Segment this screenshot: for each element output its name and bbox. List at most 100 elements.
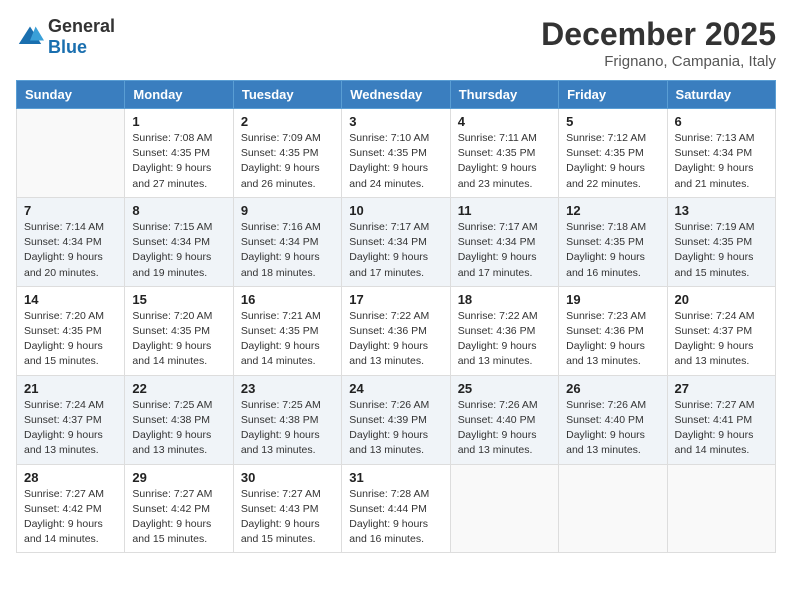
day-number: 30 [241, 470, 334, 485]
day-info: Sunrise: 7:14 AM Sunset: 4:34 PM Dayligh… [24, 220, 117, 281]
day-number: 12 [566, 203, 659, 218]
weekday-header-sunday: Sunday [17, 81, 125, 109]
day-number: 13 [675, 203, 768, 218]
day-number: 20 [675, 292, 768, 307]
calendar-cell: 25Sunrise: 7:26 AM Sunset: 4:40 PM Dayli… [450, 375, 558, 464]
calendar-week-1: 1Sunrise: 7:08 AM Sunset: 4:35 PM Daylig… [17, 109, 776, 198]
day-number: 7 [24, 203, 117, 218]
calendar-cell: 31Sunrise: 7:28 AM Sunset: 4:44 PM Dayli… [342, 464, 450, 553]
day-number: 6 [675, 114, 768, 129]
day-number: 14 [24, 292, 117, 307]
day-number: 9 [241, 203, 334, 218]
day-number: 23 [241, 381, 334, 396]
day-number: 29 [132, 470, 225, 485]
weekday-header-monday: Monday [125, 81, 233, 109]
calendar-cell: 11 Sunrise: 7:17 AM Sunset: 4:34 PM Dayli… [450, 197, 558, 286]
calendar-cell: 10Sunrise: 7:17 AM Sunset: 4:34 PM Dayli… [342, 197, 450, 286]
calendar-cell [559, 464, 667, 553]
calendar-cell: 15Sunrise: 7:20 AM Sunset: 4:35 PM Dayli… [125, 286, 233, 375]
logo: General Blue [16, 16, 115, 58]
calendar-cell: 16 Sunrise: 7:21 AM Sunset: 4:35 PM Dayli… [233, 286, 341, 375]
location-text: Frignano, Campania, Italy [541, 53, 776, 70]
day-info: Sunrise: 7:25 AM Sunset: 4:38 PM Dayligh… [132, 398, 225, 459]
day-number: 2 [241, 114, 334, 129]
day-number: 18 [458, 292, 551, 307]
calendar-cell: 4Sunrise: 7:11 AM Sunset: 4:35 PM Daylig… [450, 109, 558, 198]
day-info: Sunrise: 7:27 AM Sunset: 4:42 PM Dayligh… [24, 487, 117, 548]
calendar-cell [667, 464, 775, 553]
day-number: 26 [566, 381, 659, 396]
day-info: Sunrise: 7:26 AM Sunset: 4:39 PM Dayligh… [349, 398, 442, 459]
day-info: Sunrise: 7:23 AM Sunset: 4:36 PM Dayligh… [566, 309, 659, 370]
calendar-cell: 6Sunrise: 7:13 AM Sunset: 4:34 PM Daylig… [667, 109, 775, 198]
calendar-cell: 30 Sunrise: 7:27 AM Sunset: 4:43 PM Dayli… [233, 464, 341, 553]
weekday-header-row: SundayMondayTuesdayWednesdayThursdayFrid… [17, 81, 776, 109]
logo-blue-text: Blue [48, 37, 87, 57]
day-info: Sunrise: 7:10 AM Sunset: 4:35 PM Dayligh… [349, 131, 442, 192]
day-number: 8 [132, 203, 225, 218]
day-info: Sunrise: 7:24 AM Sunset: 4:37 PM Dayligh… [24, 398, 117, 459]
calendar-table: SundayMondayTuesdayWednesdayThursdayFrid… [16, 80, 776, 553]
calendar-cell: 7 Sunrise: 7:14 AM Sunset: 4:34 PM Daylig… [17, 197, 125, 286]
day-info: Sunrise: 7:17 AM Sunset: 4:34 PM Dayligh… [458, 220, 551, 281]
day-info: Sunrise: 7:22 AM Sunset: 4:36 PM Dayligh… [458, 309, 551, 370]
calendar-cell: 2Sunrise: 7:09 AM Sunset: 4:35 PM Daylig… [233, 109, 341, 198]
day-number: 17 [349, 292, 442, 307]
calendar-cell: 21Sunrise: 7:24 AM Sunset: 4:37 PM Dayli… [17, 375, 125, 464]
calendar-cell: 26 Sunrise: 7:26 AM Sunset: 4:40 PM Dayli… [559, 375, 667, 464]
weekday-header-friday: Friday [559, 81, 667, 109]
calendar-cell: 13 Sunrise: 7:19 AM Sunset: 4:35 PM Dayli… [667, 197, 775, 286]
day-info: Sunrise: 7:27 AM Sunset: 4:41 PM Dayligh… [675, 398, 768, 459]
day-info: Sunrise: 7:19 AM Sunset: 4:35 PM Dayligh… [675, 220, 768, 281]
day-number: 27 [675, 381, 768, 396]
day-number: 1 [132, 114, 225, 129]
calendar-cell: 28Sunrise: 7:27 AM Sunset: 4:42 PM Dayli… [17, 464, 125, 553]
day-number: 22 [132, 381, 225, 396]
weekday-header-tuesday: Tuesday [233, 81, 341, 109]
month-title: December 2025 [541, 16, 776, 53]
day-info: Sunrise: 7:18 AM Sunset: 4:35 PM Dayligh… [566, 220, 659, 281]
calendar-cell: 22 Sunrise: 7:25 AM Sunset: 4:38 PM Dayli… [125, 375, 233, 464]
day-number: 11 [458, 203, 551, 218]
calendar-cell: 19 Sunrise: 7:23 AM Sunset: 4:36 PM Dayli… [559, 286, 667, 375]
day-number: 16 [241, 292, 334, 307]
calendar-week-4: 21Sunrise: 7:24 AM Sunset: 4:37 PM Dayli… [17, 375, 776, 464]
calendar-cell: 1Sunrise: 7:08 AM Sunset: 4:35 PM Daylig… [125, 109, 233, 198]
calendar-body: 1Sunrise: 7:08 AM Sunset: 4:35 PM Daylig… [17, 109, 776, 553]
weekday-header-wednesday: Wednesday [342, 81, 450, 109]
calendar-cell [450, 464, 558, 553]
calendar-week-2: 7 Sunrise: 7:14 AM Sunset: 4:34 PM Daylig… [17, 197, 776, 286]
day-number: 24 [349, 381, 442, 396]
day-number: 5 [566, 114, 659, 129]
day-number: 10 [349, 203, 442, 218]
day-info: Sunrise: 7:20 AM Sunset: 4:35 PM Dayligh… [24, 309, 117, 370]
day-info: Sunrise: 7:12 AM Sunset: 4:35 PM Dayligh… [566, 131, 659, 192]
day-number: 3 [349, 114, 442, 129]
day-number: 19 [566, 292, 659, 307]
day-number: 4 [458, 114, 551, 129]
calendar-cell: 12 Sunrise: 7:18 AM Sunset: 4:35 PM Dayli… [559, 197, 667, 286]
calendar-header: SundayMondayTuesdayWednesdayThursdayFrid… [17, 81, 776, 109]
day-info: Sunrise: 7:26 AM Sunset: 4:40 PM Dayligh… [458, 398, 551, 459]
calendar-cell: 29 Sunrise: 7:27 AM Sunset: 4:42 PM Dayli… [125, 464, 233, 553]
day-info: Sunrise: 7:21 AM Sunset: 4:35 PM Dayligh… [241, 309, 334, 370]
page-header: General Blue December 2025 Frignano, Cam… [16, 16, 776, 70]
calendar-cell: 9 Sunrise: 7:16 AM Sunset: 4:34 PM Daylig… [233, 197, 341, 286]
calendar-cell: 8Sunrise: 7:15 AM Sunset: 4:34 PM Daylig… [125, 197, 233, 286]
day-info: Sunrise: 7:25 AM Sunset: 4:38 PM Dayligh… [241, 398, 334, 459]
day-info: Sunrise: 7:24 AM Sunset: 4:37 PM Dayligh… [675, 309, 768, 370]
day-info: Sunrise: 7:26 AM Sunset: 4:40 PM Dayligh… [566, 398, 659, 459]
day-info: Sunrise: 7:27 AM Sunset: 4:43 PM Dayligh… [241, 487, 334, 548]
calendar-cell: 14 Sunrise: 7:20 AM Sunset: 4:35 PM Dayli… [17, 286, 125, 375]
weekday-header-saturday: Saturday [667, 81, 775, 109]
calendar-cell [17, 109, 125, 198]
calendar-cell: 23 Sunrise: 7:25 AM Sunset: 4:38 PM Dayli… [233, 375, 341, 464]
day-info: Sunrise: 7:27 AM Sunset: 4:42 PM Dayligh… [132, 487, 225, 548]
day-info: Sunrise: 7:16 AM Sunset: 4:34 PM Dayligh… [241, 220, 334, 281]
day-info: Sunrise: 7:28 AM Sunset: 4:44 PM Dayligh… [349, 487, 442, 548]
weekday-header-thursday: Thursday [450, 81, 558, 109]
calendar-cell: 24 Sunrise: 7:26 AM Sunset: 4:39 PM Dayli… [342, 375, 450, 464]
calendar-week-5: 28Sunrise: 7:27 AM Sunset: 4:42 PM Dayli… [17, 464, 776, 553]
calendar-cell: 20 Sunrise: 7:24 AM Sunset: 4:37 PM Dayli… [667, 286, 775, 375]
day-info: Sunrise: 7:22 AM Sunset: 4:36 PM Dayligh… [349, 309, 442, 370]
